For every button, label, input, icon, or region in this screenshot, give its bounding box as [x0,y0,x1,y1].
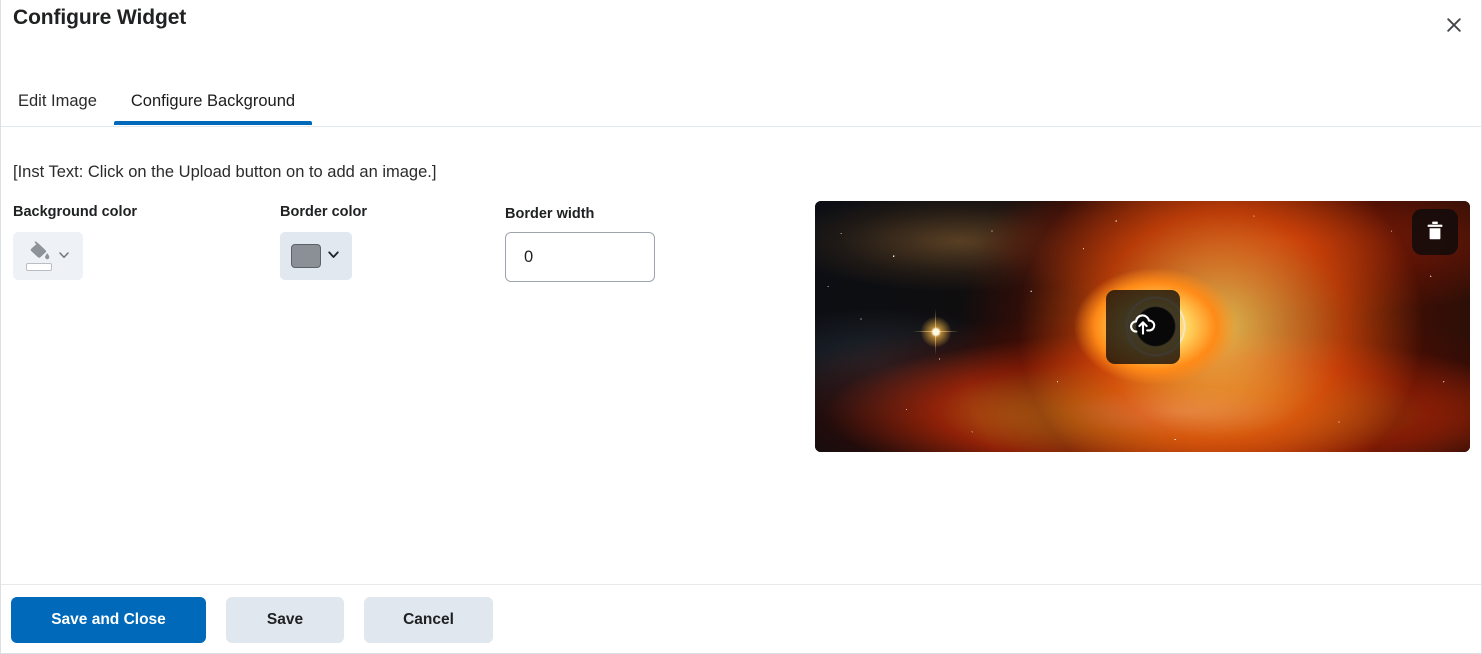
tab-edit-image-label: Edit Image [18,92,97,110]
border-color-field: Border color [280,204,367,280]
background-color-picker-button[interactable] [13,232,83,280]
background-color-swatch [25,263,52,271]
chevron-down-icon [326,247,341,265]
border-color-label: Border color [280,204,368,220]
border-color-picker-button[interactable] [280,232,352,280]
tab-edit-image[interactable]: Edit Image [1,78,114,125]
chevron-down-icon [57,248,71,265]
dialog-footer: Save and Close Save Cancel [1,584,1481,653]
close-button[interactable] [1435,6,1473,44]
cancel-button[interactable]: Cancel [364,597,493,643]
bright-star [913,308,960,355]
tab-configure-background[interactable]: Configure Background [113,78,313,125]
background-color-field: Background color [13,204,137,280]
upload-image-button[interactable] [1105,289,1180,364]
tab-divider [1,126,1481,127]
instruction-text: [Inst Text: Click on the Upload button o… [13,163,437,181]
configure-widget-dialog: Configure Widget Edit Image Configure Ba… [0,0,1482,654]
tab-bar: Edit Image Configure Background [1,78,1481,128]
border-width-input[interactable] [505,232,655,282]
tab-configure-background-label: Configure Background [130,92,296,110]
border-color-swatch [291,244,321,268]
image-preview[interactable] [815,201,1470,452]
cloud-upload-icon [1128,312,1158,341]
page-title: Configure Widget [13,6,187,29]
border-width-label: Border width [505,206,595,222]
save-button[interactable]: Save [226,597,344,643]
trash-icon [1425,220,1445,245]
background-color-label: Background color [13,204,138,220]
border-width-field: Border width [505,206,655,282]
delete-image-button[interactable] [1412,209,1458,255]
save-and-close-button[interactable]: Save and Close [11,597,206,643]
paint-bucket-icon [25,241,52,271]
close-icon [1444,15,1464,35]
